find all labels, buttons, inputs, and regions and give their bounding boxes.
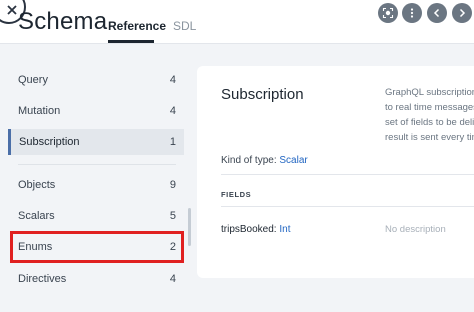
sidebar-item-count: 4 [169,273,176,285]
kind-value-link[interactable]: Scalar [279,155,307,166]
focus-icon [382,7,394,19]
sidebar-item-subscription[interactable]: Subscription 1 [8,129,184,155]
active-tab-indicator [108,40,154,43]
sidebar-item-label: Subscription [19,136,80,148]
sidebar-item-objects[interactable]: Objects 9 [8,172,184,198]
sidebar-item-label: Query [18,74,48,86]
focus-button[interactable] [378,3,398,23]
description-line: to real time messages [385,102,474,113]
field-type-link[interactable]: Int [279,224,290,235]
page-title: Schema [18,8,108,35]
sidebar: Query 4 Mutation 4 Subscription 1 Object… [0,45,196,312]
sidebar-item-count: 1 [169,136,176,148]
sidebar-item-label: Objects [18,179,56,191]
sidebar-item-mutation[interactable]: Mutation 4 [8,98,184,124]
description-line: set of fields to be deliv [385,117,474,128]
chevron-right-icon [459,8,466,18]
divider [221,206,474,207]
back-button[interactable] [427,3,447,23]
more-vertical-icon [410,8,414,18]
more-button[interactable] [402,3,422,23]
type-title: Subscription [221,86,304,103]
type-detail-panel: Subscription GraphQL subscription to rea… [197,66,474,278]
field-description: No description [385,224,446,235]
sidebar-item-query[interactable]: Query 4 [8,67,184,93]
fields-heading: FIELDS [221,190,252,199]
divider [221,174,474,175]
sidebar-item-count: 5 [169,210,176,222]
tab-sdl[interactable]: SDL [173,19,196,33]
description-line: GraphQL subscription [385,87,474,98]
sidebar-scrollbar[interactable] [188,208,191,246]
chevron-left-icon [433,8,440,18]
sidebar-divider [18,164,176,165]
type-description: GraphQL subscription to real time messag… [385,85,474,145]
forward-button[interactable] [452,3,472,23]
close-icon [7,5,17,15]
sidebar-item-label: Mutation [18,105,61,117]
sidebar-item-count: 9 [169,179,176,191]
sidebar-item-label: Scalars [18,210,55,222]
sidebar-item-label: Directives [18,273,67,285]
description-line: result is sent every tim [385,132,474,143]
sidebar-item-count: 4 [169,105,176,117]
kind-label: Kind of type: [221,155,277,166]
kind-of-type: Kind of type: Scalar [221,155,308,166]
field-row[interactable]: tripsBooked: Int [221,224,291,235]
field-name: tripsBooked: [221,224,277,235]
header: Schema Reference SDL [0,0,474,44]
highlight-annotation [10,231,184,263]
sidebar-item-count: 4 [169,74,176,86]
sidebar-item-directives[interactable]: Directives 4 [8,266,184,292]
tab-reference[interactable]: Reference [108,19,166,33]
sidebar-item-scalars[interactable]: Scalars 5 [8,203,184,229]
